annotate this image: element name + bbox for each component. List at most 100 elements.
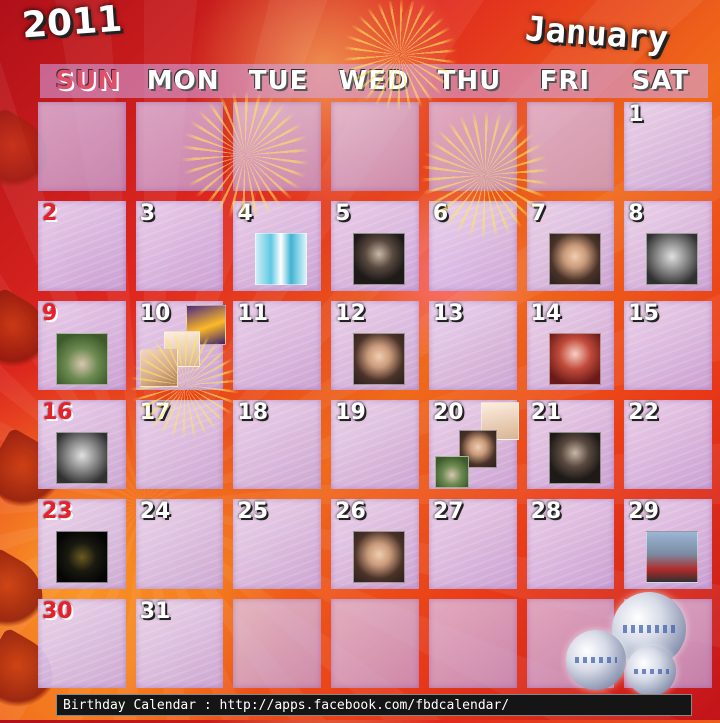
friend-photo[interactable]: [548, 432, 601, 484]
day-cell-11[interactable]: 11: [233, 300, 322, 390]
friend-photo[interactable]: [255, 233, 308, 286]
weekday-header: SUN MON TUE WED THU FRI SAT: [40, 64, 708, 98]
day-cell-empty: [428, 598, 517, 688]
day-number: 7: [530, 201, 546, 227]
day-number: 9: [42, 300, 58, 326]
day-cell-1[interactable]: 1: [624, 102, 712, 192]
day-cell-13[interactable]: 13: [428, 300, 517, 390]
day-cell-12[interactable]: 12: [331, 300, 419, 390]
weekday-tue: TUE: [248, 66, 309, 96]
ornament-decoration: [626, 646, 676, 696]
calendar-year: 2011: [20, 0, 124, 47]
day-number: 31: [139, 598, 171, 624]
day-cell-14[interactable]: 14: [526, 300, 615, 390]
day-cell-17[interactable]: 17: [135, 400, 224, 490]
day-number: 26: [335, 499, 366, 525]
friend-photo[interactable]: [353, 531, 406, 584]
day-cell-6[interactable]: 6: [428, 201, 517, 291]
day-number: 23: [42, 499, 73, 525]
day-cell-26[interactable]: 26: [331, 499, 419, 589]
day-number: 14: [530, 300, 562, 326]
day-number: 17: [139, 400, 171, 425]
day-cell-4[interactable]: 4: [233, 201, 322, 291]
day-number: 15: [628, 300, 659, 326]
day-cell-15[interactable]: 15: [624, 300, 712, 390]
day-cell-empty: [428, 102, 517, 192]
weekday-sat: SAT: [631, 66, 690, 96]
day-cell-24[interactable]: 24: [135, 499, 224, 589]
day-number: 5: [335, 201, 351, 227]
day-cell-2[interactable]: 2: [38, 201, 126, 291]
day-cell-empty: [38, 102, 126, 192]
day-cell-28[interactable]: 28: [526, 499, 615, 589]
day-cell-31[interactable]: 31: [135, 598, 224, 688]
day-number: 1: [628, 102, 644, 127]
friend-photo[interactable]: [548, 233, 601, 286]
friend-photo[interactable]: [548, 332, 601, 385]
day-cell-27[interactable]: 27: [428, 499, 517, 589]
day-number: 10: [139, 300, 171, 326]
day-cell-10[interactable]: 10: [135, 300, 226, 390]
day-number: 21: [530, 400, 562, 425]
friend-photo[interactable]: [56, 531, 108, 584]
day-number: 8: [628, 201, 644, 227]
day-number: 19: [335, 400, 366, 425]
birthday-calendar-link[interactable]: Birthday Calendar : http://apps.facebook…: [63, 698, 509, 713]
day-number: 11: [237, 300, 269, 326]
day-cell-18[interactable]: 18: [233, 400, 322, 490]
day-cell-5[interactable]: 5: [331, 201, 419, 291]
day-number: 30: [42, 598, 73, 624]
day-number: 6: [432, 201, 449, 227]
day-cell-25[interactable]: 25: [233, 499, 322, 589]
day-cell-30[interactable]: 30: [38, 598, 126, 688]
day-number: 22: [628, 400, 659, 425]
weekday-wed: WED: [338, 66, 410, 96]
weekday-sun: SUN: [55, 66, 121, 96]
day-number: 28: [530, 499, 562, 525]
day-cell-22[interactable]: 22: [624, 400, 712, 490]
friend-photo[interactable]: [646, 531, 699, 584]
calendar-month: January: [523, 9, 670, 59]
day-cell-empty: [526, 102, 615, 192]
footer-bar: Birthday Calendar : http://apps.facebook…: [56, 694, 692, 716]
friend-photo[interactable]: [434, 456, 469, 488]
day-number: 2: [42, 201, 58, 227]
day-cell-empty: [135, 102, 224, 192]
day-cell-8[interactable]: 8: [624, 201, 712, 291]
day-number: 25: [237, 499, 269, 525]
day-number: 24: [139, 499, 171, 525]
day-number: 3: [139, 201, 156, 227]
day-cell-19[interactable]: 19: [331, 400, 419, 490]
friend-photo[interactable]: [646, 233, 699, 286]
friend-photo[interactable]: [56, 432, 108, 484]
day-cell-empty: [233, 102, 322, 192]
friend-photo[interactable]: [139, 348, 178, 387]
day-cell-empty: [233, 598, 322, 688]
day-number: 18: [237, 400, 269, 425]
day-cell-7[interactable]: 7: [526, 201, 615, 291]
day-cell-empty: [331, 598, 419, 688]
weekday-mon: MON: [146, 66, 220, 96]
weekday-fri: FRI: [539, 66, 591, 96]
weekday-thu: THU: [437, 66, 502, 96]
day-cell-29[interactable]: 29: [624, 499, 712, 589]
day-number: 20: [432, 400, 464, 425]
day-number: 27: [432, 499, 464, 525]
day-number: 4: [237, 201, 253, 227]
day-cell-20[interactable]: 20: [428, 400, 519, 490]
day-number: 12: [335, 300, 366, 326]
day-cell-23[interactable]: 23: [38, 499, 126, 589]
day-number: 13: [432, 300, 464, 326]
day-cell-21[interactable]: 21: [526, 400, 615, 490]
friend-photo[interactable]: [353, 332, 406, 385]
day-number: 29: [628, 499, 659, 525]
day-cell-16[interactable]: 16: [38, 400, 126, 490]
calendar-grid: 1 2 3 4 5 6 7 8 9 10 11 12 13 14 15 16 1…: [36, 100, 714, 690]
day-cell-3[interactable]: 3: [135, 201, 224, 291]
day-number: 16: [42, 400, 73, 425]
ornament-decoration: [566, 630, 626, 690]
day-cell-9[interactable]: 9: [38, 300, 126, 390]
day-cell-empty: [331, 102, 419, 192]
friend-photo[interactable]: [353, 233, 406, 286]
friend-photo[interactable]: [56, 332, 108, 385]
